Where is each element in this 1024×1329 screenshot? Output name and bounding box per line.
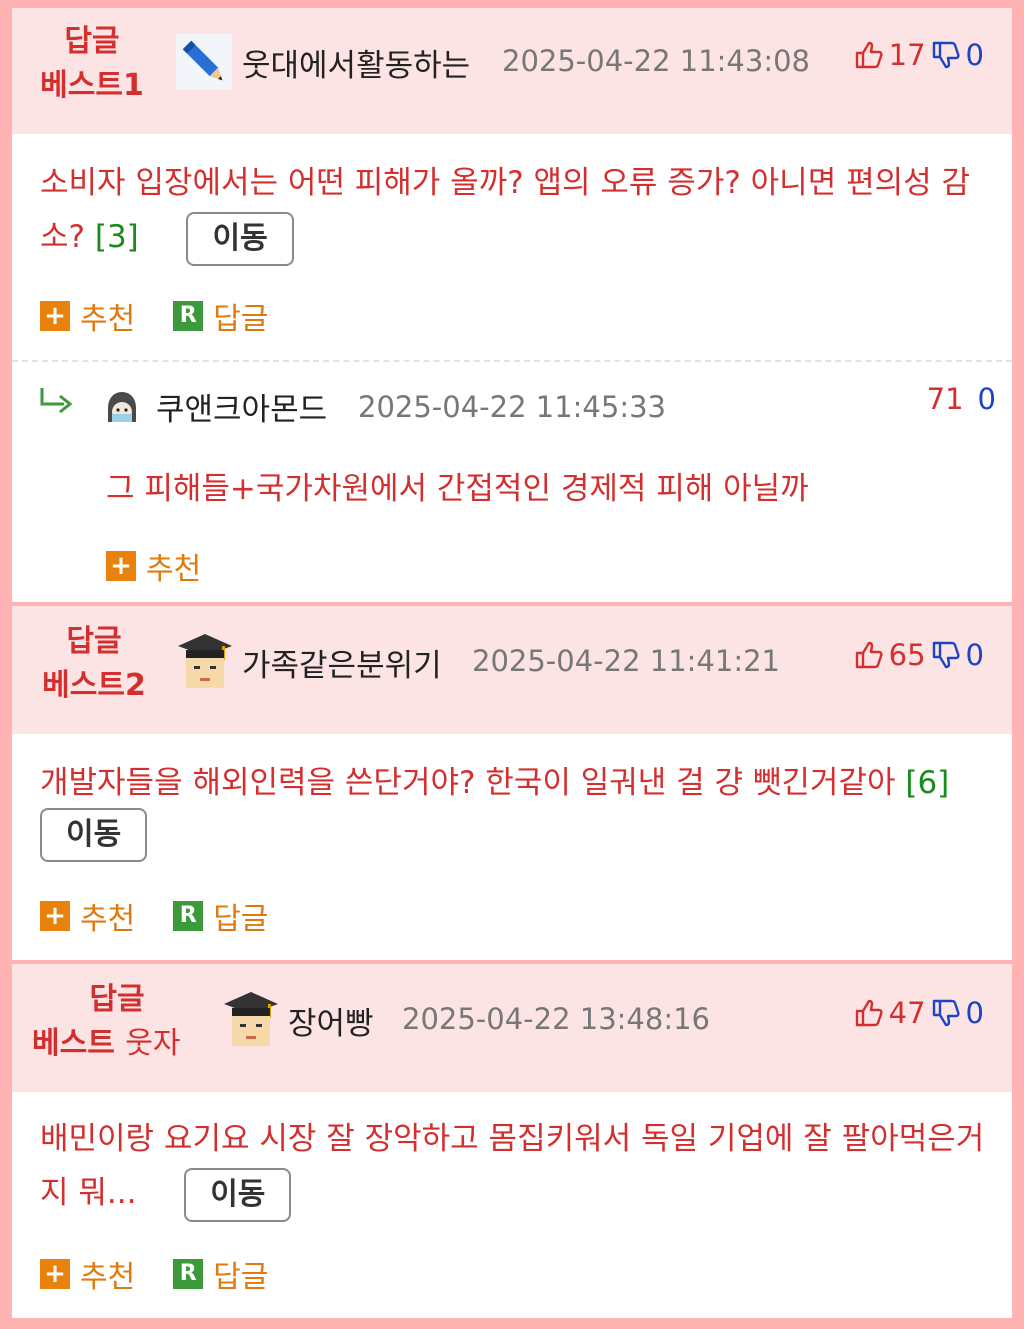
thumbs-down-icon[interactable]	[930, 639, 962, 671]
comment-text: 개발자들을 해외인력을 쓴단거야? 한국이 일궈낸 걸 걍 뺏긴거같아	[40, 765, 896, 801]
recommend-label: 추천	[80, 902, 136, 937]
reply-label: 답글	[213, 902, 269, 937]
upvote-count: 17	[888, 38, 926, 72]
comment-text: 소비자 입장에서는 어떤 피해가 올까? 앱의 오류 증가? 아니면 편의성 감…	[40, 165, 971, 255]
comment-card: 답글 베스트2 가족같은분위기 2025-04-22 11:41:21 65 0	[12, 606, 1012, 960]
vote-box: 47 0	[853, 996, 984, 1030]
vote-box: 71 0	[927, 382, 996, 416]
upvote-count: 47	[888, 996, 926, 1030]
thumbs-up-icon[interactable]	[853, 39, 885, 71]
reply-button[interactable]: R 답글	[173, 1252, 268, 1296]
thumbs-up-icon[interactable]	[853, 639, 885, 671]
best-badge: 답글 베스트1	[32, 20, 152, 108]
comment-body: 개발자들을 해외인력을 쓴단거야? 한국이 일궈낸 걸 걍 뺏긴거같아 [6]	[40, 756, 988, 810]
plus-icon: +	[40, 901, 70, 931]
move-button[interactable]: 이동	[186, 211, 294, 266]
recommend-button[interactable]: + 추천	[40, 1252, 135, 1296]
anime-girl-avatar-icon	[100, 388, 144, 432]
nickname[interactable]: 웃대에서활동하는	[242, 40, 470, 85]
plus-icon: +	[106, 551, 136, 581]
pencil-icon	[176, 34, 232, 90]
badge-line2: 베스트2	[42, 668, 146, 703]
nickname[interactable]: 가족같은분위기	[242, 640, 442, 685]
badge-line2: 베스트	[32, 1026, 115, 1061]
recommend-label: 추천	[80, 1260, 136, 1295]
downvote-count: 0	[965, 38, 984, 72]
timestamp: 2025-04-22 11:43:08	[502, 44, 810, 78]
reply-button[interactable]: R 답글	[173, 294, 268, 338]
badge-line2-suffix: 웃자	[125, 1026, 181, 1061]
nickname[interactable]: 쿠앤크아몬드	[156, 384, 327, 429]
reply-label: 답글	[213, 302, 269, 337]
timestamp: 2025-04-22 13:48:16	[402, 1002, 710, 1036]
comment-header: 답글 베스트1 웃대에서활동하는 2025-04-22 11:43:08 17	[12, 8, 1012, 134]
reply-count: [6]	[905, 765, 950, 801]
reply-arrow-icon	[38, 386, 76, 422]
badge-line1: 답글	[64, 24, 120, 59]
comment-actions: + 추천 R 답글	[40, 894, 306, 938]
downvote-count: 0	[965, 996, 984, 1030]
reply-icon: R	[173, 301, 204, 331]
nickname[interactable]: 장어빵	[288, 998, 374, 1043]
comment-header: 답글 베스트2 가족같은분위기 2025-04-22 11:41:21 65 0	[12, 606, 1012, 734]
best-badge: 답글 베스트2	[32, 620, 156, 708]
reply-actions: + 추천	[106, 544, 239, 588]
comment-body: 배민이랑 요기요 시장 잘 장악하고 몸집키워서 독일 기업에 잘 팔아먹은거지…	[40, 1112, 988, 1222]
plus-icon: +	[40, 301, 70, 331]
badge-line2: 베스트1	[40, 68, 144, 103]
badge-line1: 답글	[89, 982, 145, 1017]
recommend-button[interactable]: + 추천	[40, 294, 135, 338]
thumbs-down-icon[interactable]	[930, 39, 962, 71]
upvote-count: 71	[926, 382, 964, 416]
vote-box: 17 0	[853, 38, 984, 72]
move-button[interactable]: 이동	[184, 1167, 292, 1222]
downvote-count: 0	[965, 638, 984, 672]
recommend-button[interactable]: + 추천	[106, 544, 201, 588]
graduate-avatar-icon	[176, 632, 234, 692]
best-badge: 답글 베스트 웃자	[32, 978, 202, 1066]
badge-line1: 답글	[66, 624, 122, 659]
comment-actions: + 추천 R 답글	[40, 294, 306, 338]
reply-icon: R	[173, 901, 204, 931]
reply-icon: R	[173, 1259, 204, 1289]
upvote-count: 65	[888, 638, 926, 672]
timestamp: 2025-04-22 11:45:33	[358, 390, 666, 424]
reply-text: 그 피해들+국가차원에서 간접적인 경제적 피해 아닐까	[106, 471, 809, 507]
plus-icon: +	[40, 1259, 70, 1289]
comment-card: 답글 베스트 웃자 장어빵 2025-04-22 13:48:16 47 0 배…	[12, 964, 1012, 1318]
vote-box: 65 0	[853, 638, 984, 672]
downvote-count: 0	[977, 382, 996, 416]
comment-text: 배민이랑 요기요 시장 잘 장악하고 몸집키워서 독일 기업에 잘 팔아먹은거지…	[40, 1121, 985, 1211]
reply-button[interactable]: R 답글	[173, 894, 268, 938]
comment-card: 답글 베스트1 웃대에서활동하는 2025-04-22 11:43:08 17	[12, 8, 1012, 602]
reply-label: 답글	[213, 1260, 269, 1295]
comment-header: 답글 베스트 웃자 장어빵 2025-04-22 13:48:16 47 0	[12, 964, 1012, 1092]
recommend-label: 추천	[80, 302, 136, 337]
reply-count: [3]	[94, 219, 139, 255]
recommend-label: 추천	[146, 552, 202, 587]
move-button[interactable]: 이동	[40, 808, 148, 862]
recommend-button[interactable]: + 추천	[40, 894, 135, 938]
comment-actions: + 추천 R 답글	[40, 1252, 306, 1296]
divider	[12, 360, 1012, 362]
graduate-avatar-icon	[222, 990, 280, 1050]
timestamp: 2025-04-22 11:41:21	[472, 644, 780, 678]
thumbs-up-icon[interactable]	[853, 997, 885, 1029]
comment-body: 소비자 입장에서는 어떤 피해가 올까? 앱의 오류 증가? 아니면 편의성 감…	[40, 156, 988, 266]
thumbs-down-icon[interactable]	[930, 997, 962, 1029]
